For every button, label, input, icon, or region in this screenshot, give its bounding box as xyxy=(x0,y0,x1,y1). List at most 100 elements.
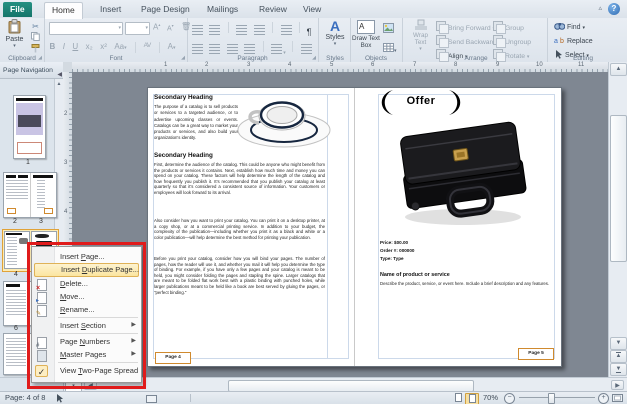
single-page-view-button[interactable] xyxy=(452,393,464,403)
bullets-button[interactable] xyxy=(192,25,203,35)
line-spacing-button[interactable] xyxy=(271,44,283,54)
briefcase-image[interactable] xyxy=(393,115,535,229)
font-color-button[interactable]: A▾ xyxy=(168,42,176,51)
group-button[interactable]: Group xyxy=(493,21,524,34)
decrease-indent-button[interactable] xyxy=(236,25,248,35)
copy-button[interactable] xyxy=(29,32,42,44)
font-name-dropdown-icon[interactable]: ▾ xyxy=(118,25,121,31)
previous-page-icon[interactable]: ▲ xyxy=(610,350,627,363)
menu-item-delete[interactable]: × Delete... xyxy=(32,277,141,292)
help-icon[interactable]: ? xyxy=(608,3,620,15)
replace-button[interactable]: ab Replace xyxy=(554,35,593,48)
menu-item-insert-page[interactable]: Insert Page... xyxy=(32,250,141,263)
paragraph-dialog-launcher[interactable]: ◢ xyxy=(312,55,316,61)
page-5[interactable]: Offer Price: $00.00 Order #: 000000 Type… xyxy=(354,88,561,366)
cut-button[interactable]: ✂ xyxy=(29,21,42,32)
svg-text:a: a xyxy=(554,38,558,45)
page-4[interactable]: Secondary Heading The purpose of a catal… xyxy=(148,88,354,366)
font-name-combo[interactable]: ▾ xyxy=(49,22,123,35)
show-paragraph-marks-button[interactable]: ¶ xyxy=(307,27,312,37)
submenu-arrow-icon: ▶ xyxy=(131,338,136,344)
tab-insert[interactable]: Insert xyxy=(93,2,128,17)
font-size-dropdown-icon[interactable]: ▾ xyxy=(145,25,148,31)
next-page-icon[interactable]: ▼ xyxy=(610,363,627,376)
insert-picture-button[interactable] xyxy=(383,20,400,38)
hruler-9: 9 xyxy=(496,62,500,68)
align-center-button[interactable] xyxy=(209,44,221,54)
bring-forward-button[interactable]: Bring Forward ▾ xyxy=(436,21,495,34)
tab-mailings[interactable]: Mailings xyxy=(200,2,245,17)
send-backward-button[interactable]: Send Backward ▾ xyxy=(436,35,500,48)
tab-review[interactable]: Review xyxy=(252,2,294,17)
paste-icon xyxy=(8,19,21,34)
two-page-spread-view-button[interactable] xyxy=(465,393,479,404)
underline-button[interactable]: U xyxy=(72,42,78,51)
numbering-button[interactable] xyxy=(209,25,221,35)
page-indicator[interactable]: Page: 4 of 8 xyxy=(5,393,45,402)
nav-scroll-up-icon[interactable]: ▲ xyxy=(55,81,63,87)
zoom-in-icon[interactable]: + xyxy=(598,393,609,404)
thumbnail-page-1[interactable] xyxy=(13,95,46,159)
scroll-up-icon[interactable]: ▲ xyxy=(610,63,627,76)
paste-button[interactable]: Paste ▾ xyxy=(2,19,27,49)
menu-item-move[interactable]: ▸ Move... xyxy=(32,290,141,304)
paste-dropdown-arrow[interactable]: ▾ xyxy=(2,43,27,49)
vertical-scroll-thumb[interactable] xyxy=(610,115,627,262)
justify-button[interactable] xyxy=(244,44,256,54)
thumbnail-pages-2-3[interactable] xyxy=(3,172,57,218)
grow-font-button[interactable]: A▴ xyxy=(153,22,160,32)
two-page-spread[interactable]: Secondary Heading The purpose of a catal… xyxy=(147,87,562,367)
menu-item-rename[interactable]: ✎ Rename... xyxy=(32,303,141,317)
columns-button[interactable] xyxy=(280,25,292,35)
character-spacing-button[interactable]: AV xyxy=(144,42,152,49)
page-5-number-box[interactable]: Page 5 xyxy=(518,348,554,360)
fit-page-icon[interactable] xyxy=(612,394,623,402)
align-left-button[interactable] xyxy=(192,44,203,54)
tab-view[interactable]: View xyxy=(296,2,328,17)
font-dialog-launcher[interactable]: ◢ xyxy=(181,55,185,61)
subscript-button[interactable]: x₂ xyxy=(86,42,93,51)
tab-file[interactable]: File xyxy=(3,2,32,17)
menu-item-page-numbers[interactable]: # Page Numbers ▶ xyxy=(32,335,141,349)
change-case-button[interactable]: Aa▾ xyxy=(114,42,126,51)
group-styles: A Styles ▾ Styles xyxy=(320,18,351,62)
menu-item-view-two-page-spread[interactable]: ✓ View Two-Page Spread xyxy=(32,364,141,378)
shrink-font-button[interactable]: A▾ xyxy=(167,23,174,32)
offer-starburst[interactable]: Offer xyxy=(377,89,465,116)
menu-item-insert-section[interactable]: Insert Section ▶ xyxy=(32,319,141,332)
zoom-percent[interactable]: 70% xyxy=(483,393,498,402)
group-objects: A Draw Text Box ▾ ▾ Objects xyxy=(350,18,403,73)
menu-item-insert-duplicate-page[interactable]: Insert Duplicate Page... xyxy=(34,263,139,277)
align-right-button[interactable] xyxy=(226,44,238,54)
zoom-slider-track[interactable] xyxy=(519,397,595,398)
find-button[interactable]: Find ▾ xyxy=(554,21,585,34)
vertical-scrollbar[interactable]: ▲ ▼ ▲ ▼ xyxy=(608,62,627,377)
object-size-icon xyxy=(146,395,157,403)
thumbnail-label-6: 6 xyxy=(14,325,18,332)
group-label-paragraph: Paragraph xyxy=(237,55,268,62)
styles-button[interactable]: A Styles ▾ xyxy=(320,19,350,48)
menu-item-master-pages[interactable]: Master Pages ▶ xyxy=(32,348,141,362)
scroll-right-icon[interactable]: ▶ xyxy=(611,380,624,390)
ungroup-button[interactable]: Ungroup xyxy=(493,35,531,48)
clipboard-dialog-launcher[interactable]: ◢ xyxy=(38,55,42,61)
borders-button[interactable] xyxy=(300,44,312,54)
coffee-cup-image[interactable] xyxy=(234,90,334,150)
minimize-ribbon-icon[interactable]: ▵ xyxy=(598,4,602,12)
scroll-down-icon[interactable]: ▼ xyxy=(610,337,627,350)
font-size-combo[interactable]: ▾ xyxy=(125,22,150,35)
italic-button[interactable]: I xyxy=(63,42,65,51)
superscript-button[interactable]: x² xyxy=(100,42,107,51)
bold-button[interactable]: B xyxy=(50,42,56,51)
zoom-slider-thumb[interactable] xyxy=(548,393,555,404)
left-page-para-1: The purpose of a catalog is to sell prod… xyxy=(154,104,238,141)
thumb1-cover-art xyxy=(16,103,43,135)
tab-home[interactable]: Home xyxy=(44,2,83,19)
page-4-number-box[interactable]: Page 4 xyxy=(155,352,191,364)
draw-text-box-button[interactable]: A Draw Text Box xyxy=(351,19,381,49)
tab-page-design[interactable]: Page Design xyxy=(134,2,197,17)
zoom-out-icon[interactable]: − xyxy=(504,393,515,404)
wrap-text-button[interactable]: Wrap Text ▾ xyxy=(407,19,434,52)
increase-indent-button[interactable] xyxy=(253,25,265,35)
send-backward-icon xyxy=(436,35,449,48)
